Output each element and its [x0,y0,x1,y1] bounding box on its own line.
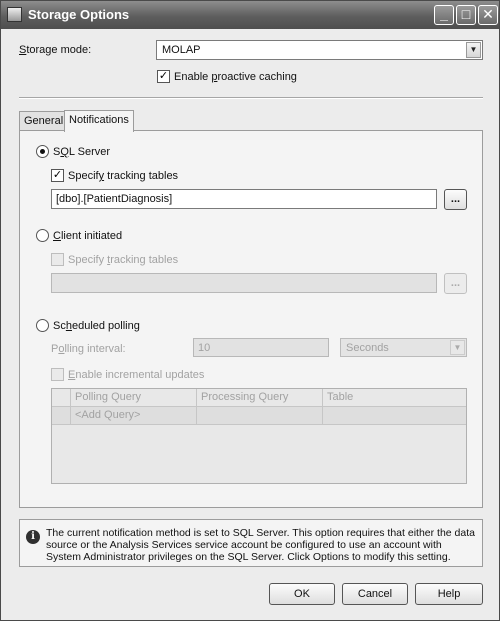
tab-general[interactable]: General [19,111,69,131]
sql-server-label: SQL Server [53,146,111,158]
client-initiated-radio[interactable] [36,229,49,242]
specify-tracking-tables-label-disabled: Specify tracking tables [68,254,179,266]
grid-row-selector [52,407,71,424]
polling-interval-value: 10 [198,342,211,354]
grid-cell [323,407,466,424]
polling-unit-value: Seconds [346,342,389,354]
ok-button[interactable]: OK [269,583,335,605]
maximize-button[interactable]: □ [456,5,476,25]
close-button[interactable]: ✕ [478,5,498,25]
browse-tables-button[interactable]: ... [444,189,467,210]
title-bar[interactable]: Storage Options _ □ ✕ [1,1,499,29]
scheduled-polling-label: Scheduled polling [53,320,140,332]
tab-notifications[interactable]: Notifications [64,110,134,132]
grid-cell [197,407,323,424]
window-title: Storage Options [28,7,130,22]
grid-column-header: Table [327,391,354,403]
minimize-button[interactable]: _ [434,5,454,25]
proactive-caching-label: Enable proactive caching [174,71,297,83]
radio-selected-dot [40,149,45,154]
grid-row-header-column [52,389,71,406]
chevron-down-icon: ▼ [450,340,465,355]
polling-interval-label: Polling interval: [51,343,126,355]
proactive-caching-checkbox[interactable]: ✓ [157,70,170,83]
storage-mode-select[interactable]: MOLAP ▼ [156,40,483,60]
app-icon [7,7,22,22]
incremental-updates-checkbox [51,368,64,381]
grid-column-header: Polling Query [71,389,197,406]
tracking-tables-input[interactable]: [dbo].[PatientDiagnosis] [51,189,437,209]
specify-tracking-tables-label: Specify tracking tables [68,170,179,182]
tracking-tables-input-disabled [51,273,437,293]
storage-options-dialog: Storage Options _ □ ✕ Storage mode: MOLA… [0,0,500,621]
sql-server-radio[interactable] [36,145,49,158]
incremental-updates-label: Enable incremental updates [68,369,205,381]
chevron-down-icon[interactable]: ▼ [466,42,481,58]
polling-queries-grid: Polling Query Processing Query Table <Ad… [51,388,467,484]
divider [19,97,483,99]
grid-column-header: Processing Query [197,389,323,406]
grid-cell: <Add Query> [71,407,197,424]
polling-interval-input: 10 [193,338,329,357]
info-icon: i [26,530,40,544]
browse-tables-button-disabled: ... [444,273,467,294]
storage-mode-label: Storage mode: [19,44,92,56]
client-initiated-label: Client initiated [53,230,123,242]
tracking-tables-value: [dbo].[PatientDiagnosis] [56,193,173,205]
specify-tracking-tables-checkbox[interactable]: ✓ [51,169,64,182]
specify-tracking-tables-checkbox-disabled [51,253,64,266]
storage-mode-value: MOLAP [162,44,201,56]
scheduled-polling-radio[interactable] [36,319,49,332]
cancel-button[interactable]: Cancel [342,583,408,605]
polling-unit-select: Seconds ▼ [340,338,467,357]
table-row: <Add Query> [52,407,466,425]
info-message-text: The current notification method is set t… [46,527,475,563]
help-button[interactable]: Help [415,583,483,605]
info-message: i The current notification method is set… [19,519,483,567]
